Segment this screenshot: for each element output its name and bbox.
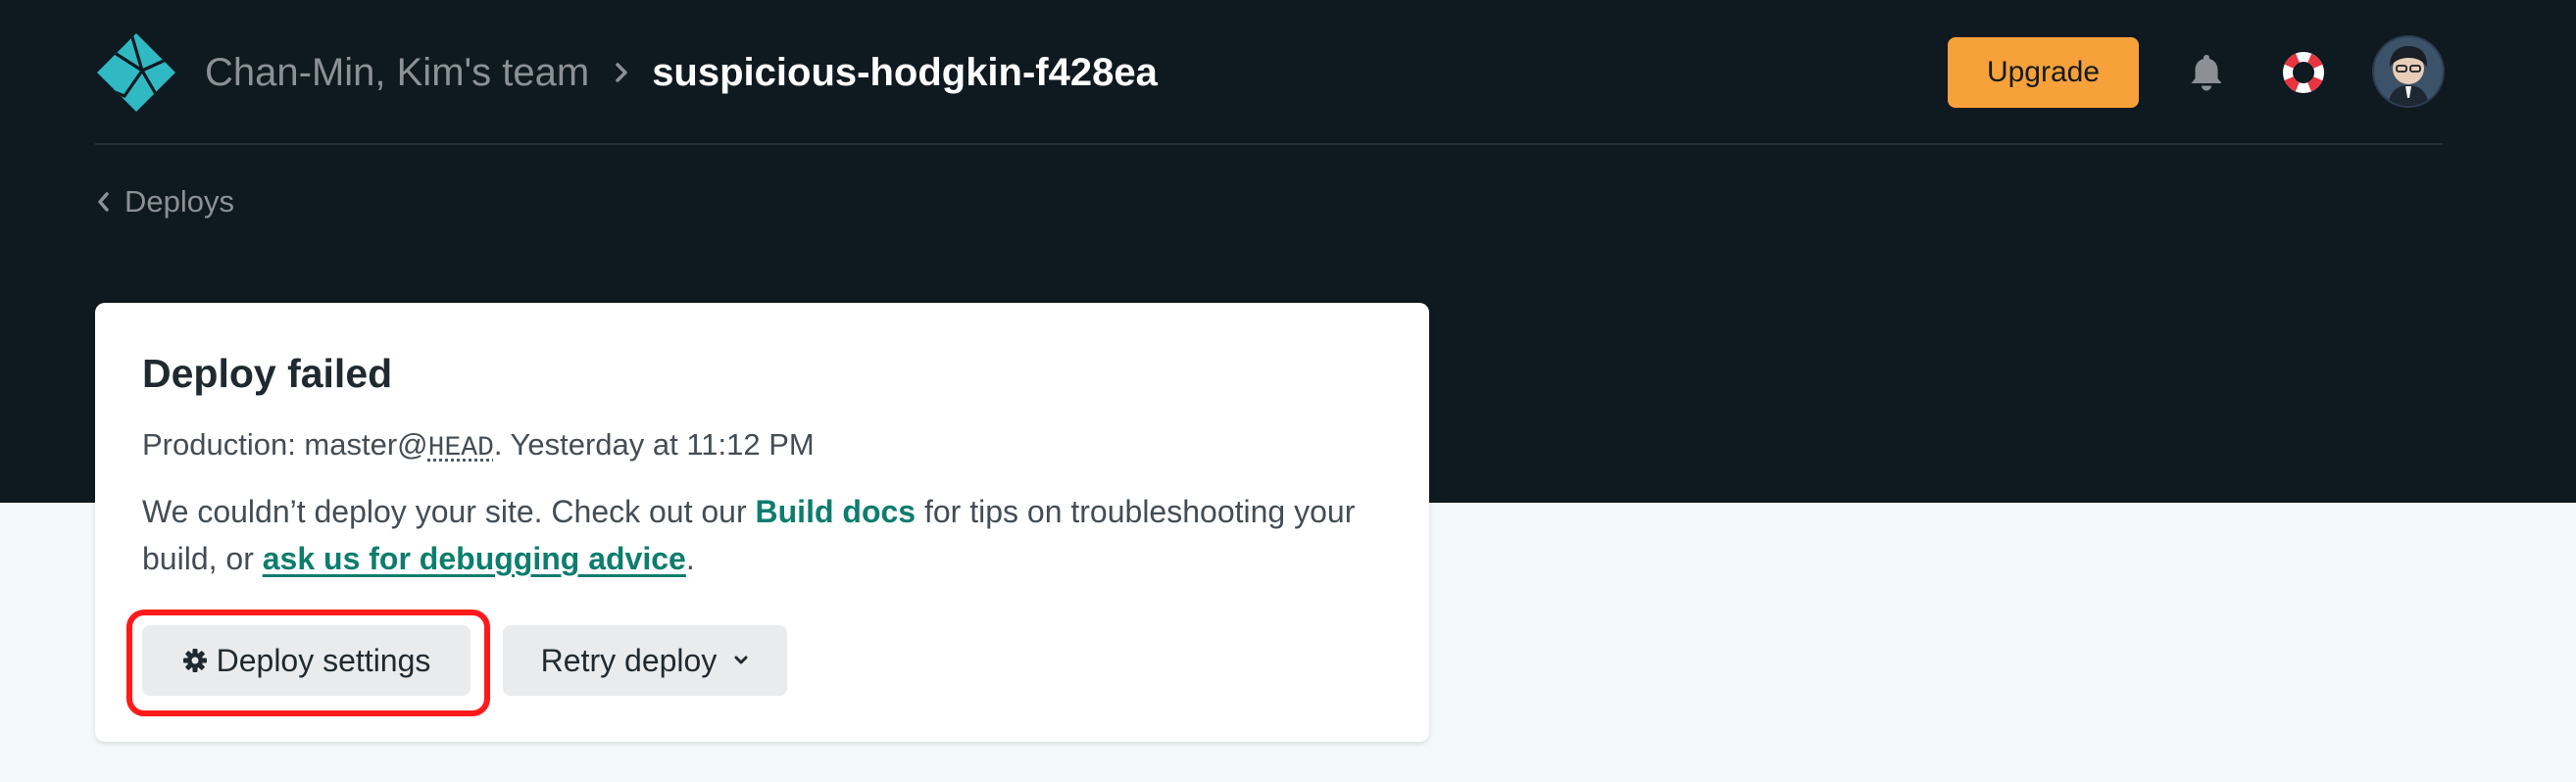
back-link-label: Deploys: [124, 184, 234, 219]
netlify-logo-icon[interactable]: [95, 31, 177, 114]
deploy-meta-time: . Yesterday at 11:12 PM: [493, 427, 815, 462]
deploy-commit-ref[interactable]: HEAD: [428, 433, 494, 464]
breadcrumb-team-link[interactable]: Chan-Min, Kim's team: [205, 51, 589, 95]
deploy-status-title: Deploy failed: [142, 351, 393, 396]
error-message-text: We couldn’t deploy your site. Check out …: [142, 494, 756, 529]
lifebuoy-icon[interactable]: [2281, 50, 2326, 95]
chevron-down-icon: [733, 655, 749, 666]
build-docs-link[interactable]: Build docs: [756, 494, 916, 529]
gear-icon: [182, 648, 208, 673]
chevron-left-icon: [95, 190, 111, 214]
retry-deploy-button[interactable]: Retry deploy: [503, 625, 787, 696]
deploy-error-message: We couldn’t deploy your site. Check out …: [142, 488, 1397, 582]
deploy-settings-button[interactable]: Deploy settings: [142, 625, 471, 696]
deploy-meta-branch: Production: master@: [142, 427, 428, 462]
error-message-text: .: [685, 541, 695, 576]
deploy-settings-label: Deploy settings: [216, 642, 431, 678]
chevron-right-icon: [611, 62, 632, 83]
avatar[interactable]: [2374, 37, 2443, 106]
bell-icon[interactable]: [2185, 50, 2228, 95]
debugging-advice-link[interactable]: ask us for debugging advice: [263, 541, 686, 576]
breadcrumb-site-name[interactable]: suspicious-hodgkin-f428ea: [652, 51, 1158, 95]
upgrade-button[interactable]: Upgrade: [1948, 37, 2139, 108]
deploy-status-card: Deploy failed Production: master@HEAD. Y…: [95, 303, 1429, 742]
header-divider: [95, 143, 2443, 145]
deploy-meta: Production: master@HEAD. Yesterday at 11…: [142, 427, 815, 464]
retry-deploy-label: Retry deploy: [540, 642, 718, 678]
